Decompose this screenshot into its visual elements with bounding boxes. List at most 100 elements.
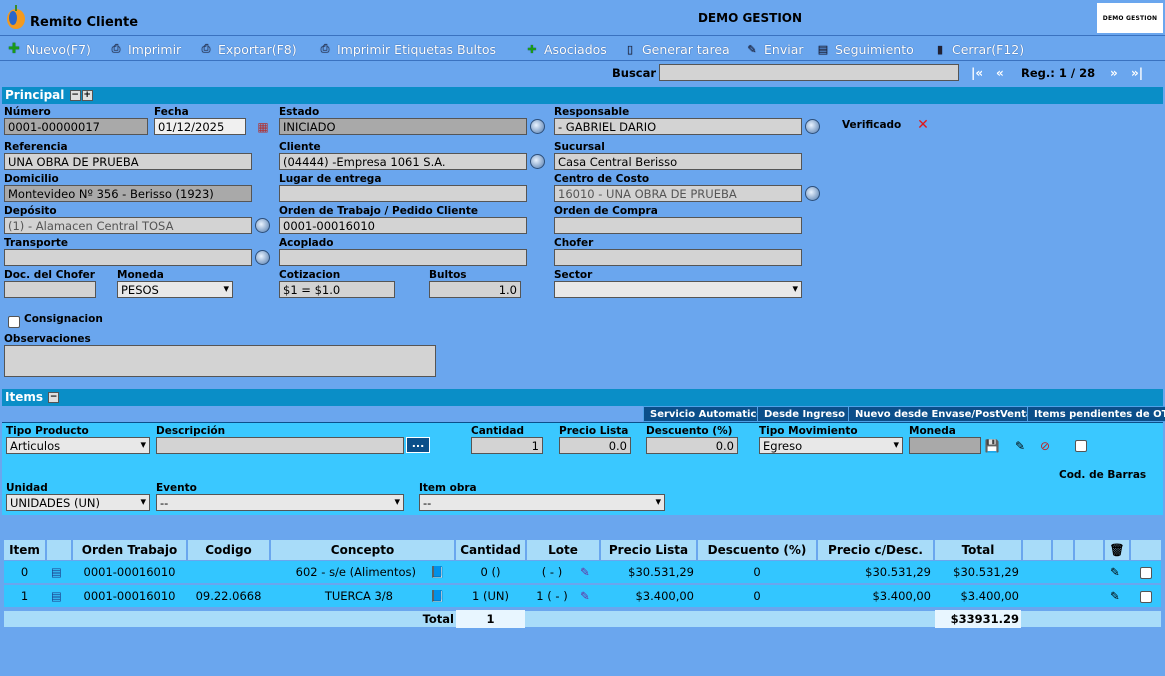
next-record-button[interactable]: » bbox=[1110, 66, 1118, 80]
transporte-field[interactable] bbox=[4, 249, 252, 266]
delete-icon[interactable]: ⊘ bbox=[1037, 438, 1053, 454]
tab-servicio-automatico[interactable]: Servicio Automatico bbox=[643, 406, 771, 422]
deposito-globe-icon[interactable] bbox=[255, 218, 271, 234]
save-icon[interactable]: 💾 bbox=[984, 438, 1000, 454]
cantidad-label: Cantidad bbox=[471, 425, 525, 437]
chofer-field[interactable] bbox=[554, 249, 802, 266]
sucursal-field[interactable]: Casa Central Berisso bbox=[554, 153, 802, 170]
doc-chofer-field[interactable] bbox=[4, 281, 96, 298]
collapse-items-icon[interactable]: − bbox=[48, 392, 60, 403]
generar-tarea-button[interactable]: ▯ Generar tarea bbox=[622, 40, 730, 58]
prev-record-button[interactable]: « bbox=[996, 66, 1004, 80]
referencia-field[interactable]: UNA OBRA DE PRUEBA bbox=[4, 153, 252, 170]
lugar-entrega-field[interactable] bbox=[279, 185, 527, 202]
descripcion-field[interactable] bbox=[156, 437, 404, 454]
cod-barras-checkbox[interactable] bbox=[1075, 440, 1087, 452]
row-edit-icon[interactable]: ✎ bbox=[1110, 585, 1120, 607]
observaciones-textarea[interactable] bbox=[4, 345, 436, 377]
centro-costo-globe-icon[interactable] bbox=[805, 186, 821, 202]
tracking-icon: ▤ bbox=[817, 42, 829, 56]
orden-trabajo-field[interactable]: 0001-00016010 bbox=[279, 217, 527, 234]
cell-codigo: 09.22.0668 bbox=[195, 589, 262, 603]
fecha-field[interactable]: 01/12/2025 bbox=[154, 118, 246, 135]
tipo-producto-label: Tipo Producto bbox=[6, 425, 89, 437]
tab-desde-ingreso[interactable]: Desde Ingreso bbox=[757, 406, 852, 422]
moneda-select[interactable]: PESOS bbox=[117, 281, 233, 298]
nuevo-button[interactable]: ✚ Nuevo(F7) bbox=[6, 40, 91, 58]
collapse-icon[interactable]: − bbox=[69, 90, 81, 101]
unidad-select[interactable]: UNIDADES (UN) bbox=[6, 494, 150, 511]
descuento-field[interactable]: 0.0 bbox=[646, 437, 738, 454]
search-input[interactable] bbox=[659, 64, 959, 81]
row-select-checkbox[interactable] bbox=[1140, 591, 1152, 603]
stack-icon[interactable]: ▤ bbox=[51, 585, 62, 607]
trash-icon[interactable]: 🗑 bbox=[1105, 540, 1129, 560]
edit-icon[interactable]: ✎ bbox=[1012, 438, 1028, 454]
last-record-button[interactable]: »| bbox=[1131, 66, 1143, 80]
item-moneda-field[interactable] bbox=[909, 437, 981, 454]
numero-label: Número bbox=[4, 106, 51, 118]
col-codigo: Codigo bbox=[188, 540, 269, 560]
company-logo: DEMO GESTION bbox=[1097, 3, 1163, 33]
exportar-button[interactable]: ⎙ Exportar(F8) bbox=[198, 40, 297, 58]
lote-edit-icon[interactable]: ✎ bbox=[580, 585, 590, 607]
tab-items-pendientes[interactable]: Items pendientes de OT bbox=[1027, 406, 1165, 422]
col-concepto: Concepto bbox=[271, 540, 454, 560]
estado-globe-icon[interactable] bbox=[530, 119, 546, 135]
deposito-field[interactable]: (1) - Alamacen Central TOSA bbox=[4, 217, 252, 234]
unidad-label: Unidad bbox=[6, 482, 48, 494]
cantidad-field[interactable]: 1 bbox=[471, 437, 543, 454]
col-descuento: Descuento (%) bbox=[698, 540, 816, 560]
cliente-globe-icon[interactable] bbox=[530, 154, 546, 170]
responsable-globe-icon[interactable] bbox=[805, 119, 821, 135]
centro-costo-field[interactable]: 16010 - UNA OBRA DE PRUEBA bbox=[554, 185, 802, 202]
col-cantidad: Cantidad bbox=[456, 540, 525, 560]
row-select-checkbox[interactable] bbox=[1140, 567, 1152, 579]
grid-footer: Total 1 $33931.29 bbox=[4, 610, 1161, 628]
cerrar-button[interactable]: ▮ Cerrar(F12) bbox=[932, 40, 1024, 58]
bultos-field[interactable]: 1.0 bbox=[429, 281, 521, 298]
estado-field[interactable]: INICIADO bbox=[279, 118, 527, 135]
calendar-icon[interactable]: ▦ bbox=[255, 119, 271, 135]
responsable-field[interactable]: - GABRIEL DARIO bbox=[554, 118, 802, 135]
lote-edit-icon[interactable]: ✎ bbox=[580, 561, 590, 583]
item-obra-select[interactable]: -- bbox=[419, 494, 665, 511]
cotizacion-field[interactable]: $1 = $1.0 bbox=[279, 281, 395, 298]
consignacion-label: Consignacion bbox=[24, 313, 103, 325]
domicilio-field[interactable]: Montevideo Nº 356 - Berisso (1923) bbox=[4, 185, 252, 202]
row-edit-icon[interactable]: ✎ bbox=[1110, 561, 1120, 583]
tipo-producto-select[interactable]: Articulos bbox=[6, 437, 150, 454]
expand-icon[interactable]: + bbox=[81, 90, 93, 101]
cliente-field[interactable]: (04444) -Empresa 1061 S.A. bbox=[279, 153, 527, 170]
acoplado-field[interactable] bbox=[279, 249, 527, 266]
transporte-globe-icon[interactable] bbox=[255, 250, 271, 266]
export-icon: ⎙ bbox=[201, 42, 211, 55]
first-record-button[interactable]: |« bbox=[971, 66, 983, 80]
descripcion-lookup-button[interactable]: ... bbox=[406, 437, 430, 453]
precio-lista-field[interactable]: 0.0 bbox=[559, 437, 631, 454]
item-obra-label: Item obra bbox=[419, 482, 477, 494]
close-icon[interactable]: ✕ bbox=[915, 117, 931, 133]
imprimir-etiquetas-button[interactable]: ⎙ Imprimir Etiquetas Bultos bbox=[317, 40, 496, 58]
sector-select[interactable] bbox=[554, 281, 802, 298]
imprimir-button[interactable]: ⎙ Imprimir bbox=[108, 40, 182, 58]
table-row[interactable]: 0 ▤ 0001-00016010 602 - s/e (Alimentos) … bbox=[4, 561, 1161, 583]
orden-compra-field[interactable] bbox=[554, 217, 802, 234]
cell-cantidad: 0 () bbox=[480, 565, 501, 579]
tipo-movimiento-select[interactable]: Egreso bbox=[759, 437, 903, 454]
table-row[interactable]: 1 ▤ 0001-00016010 09.22.0668 TUERCA 3/8 … bbox=[4, 585, 1161, 607]
evento-select[interactable]: -- bbox=[156, 494, 404, 511]
tab-nuevo-envase[interactable]: Nuevo desde Envase/PostVenta bbox=[848, 406, 1040, 422]
numero-field[interactable]: 0001-00000017 bbox=[4, 118, 148, 135]
estado-label: Estado bbox=[279, 106, 320, 118]
stack-icon[interactable]: ▤ bbox=[51, 561, 62, 583]
sector-label: Sector bbox=[554, 269, 593, 281]
label-printer-icon: ⎙ bbox=[320, 42, 330, 55]
book-icon[interactable]: 📘 bbox=[430, 585, 444, 607]
enviar-button[interactable]: ✎ Enviar bbox=[744, 40, 803, 58]
seguimiento-button[interactable]: ▤ Seguimiento bbox=[815, 40, 914, 58]
book-icon[interactable]: 📘 bbox=[430, 561, 444, 583]
send-icon: ✎ bbox=[747, 42, 757, 56]
consignacion-checkbox[interactable] bbox=[8, 316, 20, 328]
asociados-button[interactable]: ✚ Asociados bbox=[524, 40, 606, 58]
